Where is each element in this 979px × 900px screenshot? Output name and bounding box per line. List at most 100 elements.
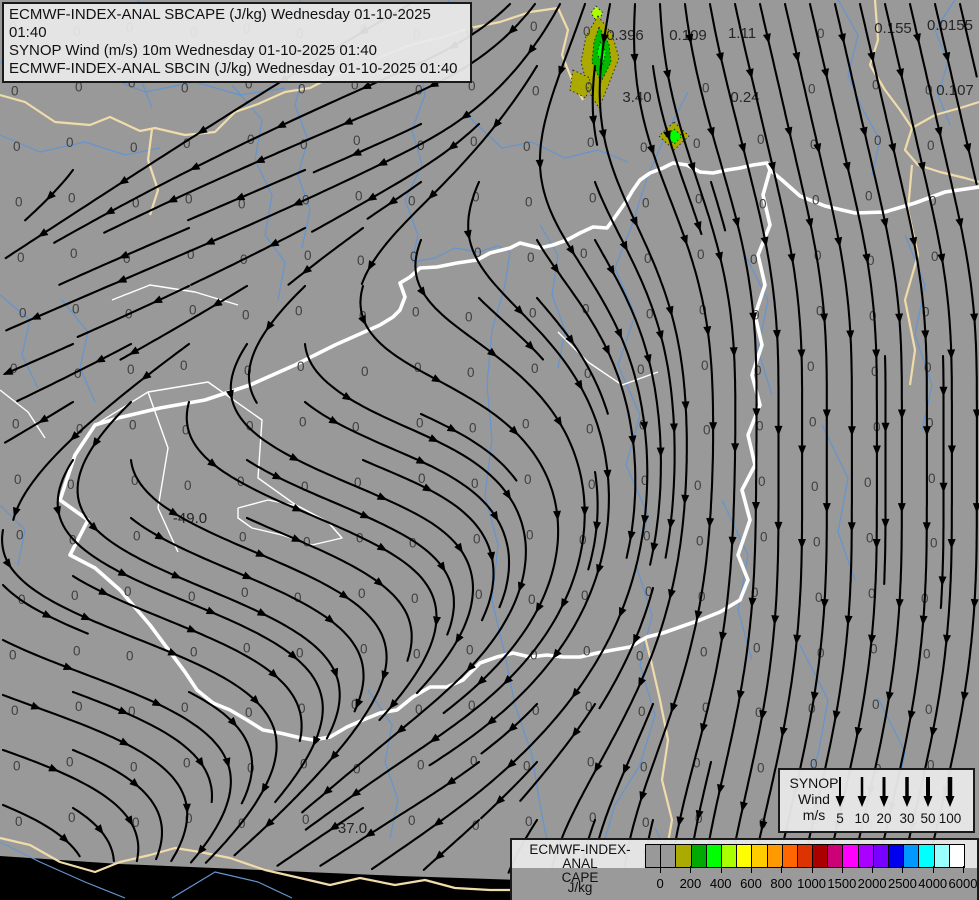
station-zero-value: 0 (587, 755, 595, 770)
cape-tick-label: 1000 (797, 876, 827, 891)
station-zero-value: 0 (466, 643, 474, 658)
station-zero-value: 0 (302, 812, 310, 827)
station-zero-value: 0 (15, 814, 23, 829)
streamline-arrowhead (242, 571, 253, 580)
streamline-arrowhead (881, 422, 890, 433)
streamline-arrowhead (104, 206, 116, 215)
streamline-arrowhead (330, 667, 339, 679)
cape-legend-title: ECMWF-INDEX-ANAL CAPE (516, 843, 644, 885)
station-zero-value: 0 (243, 641, 251, 656)
cape-color-swatch (646, 845, 662, 867)
streamline-arrowhead (197, 125, 208, 135)
streamline-arrowhead (669, 423, 678, 434)
streamline-arrowhead (37, 228, 49, 238)
cape-tick-mark (963, 866, 964, 873)
streamline-arrowhead (847, 426, 856, 437)
station-zero-value: 0 (637, 362, 645, 377)
station-zero-value: 0 (586, 422, 594, 437)
streamline-arrowhead (261, 782, 270, 794)
streamline-arrowhead (167, 194, 178, 203)
station-zero-value: 0 (66, 135, 74, 150)
cape-tick-mark (751, 866, 752, 873)
streamline-arrowhead (62, 662, 74, 670)
station-zero-value: 0 (636, 649, 644, 664)
streamline (129, 516, 365, 713)
streamline-arrowhead (446, 423, 458, 433)
streamline-arrowhead (897, 503, 906, 514)
station-zero-value: 0 (471, 476, 479, 491)
streamline (311, 122, 481, 233)
station-zero-value: 0 (130, 140, 138, 155)
station-zero-value: 0 (872, 697, 880, 712)
station-zero-value: 0 (11, 84, 19, 99)
region-border (147, 391, 179, 553)
station-value: 3.40 (622, 89, 651, 106)
streamline-arrowhead (872, 349, 881, 360)
cape-tick-label: 400 (709, 876, 732, 891)
streamline-arrowhead (970, 313, 979, 324)
streamline (709, 180, 727, 232)
station-zero-value: 0 (811, 479, 819, 494)
streamline-arrowhead (30, 701, 42, 710)
streamline-arrowhead (846, 330, 855, 341)
station-zero-value: 0 (589, 191, 597, 206)
station-zero-value: 0 (473, 532, 481, 547)
streamline-arrowhead (693, 221, 702, 232)
cape-color-swatch (767, 845, 783, 867)
streamline-arrowhead (819, 313, 828, 324)
streamline-arrowhead (271, 471, 283, 480)
streamline (185, 400, 438, 722)
streamline-arrowhead (947, 349, 956, 360)
station-zero-value: 0 (525, 195, 533, 210)
streamline-arrowhead (793, 634, 802, 645)
streamline-arrowhead (728, 536, 737, 547)
cape-tick-label: 600 (740, 876, 762, 891)
streamline-arrowhead (602, 344, 610, 356)
station-zero-value: 0 (700, 645, 708, 660)
station-zero-value: 0 (411, 591, 419, 606)
station-zero-value: 0 (640, 140, 648, 155)
streamline (190, 226, 307, 286)
tan-border (903, 164, 920, 386)
streamline (303, 400, 511, 609)
streamline-arrowhead (947, 539, 956, 550)
cape-color-swatch (949, 845, 964, 867)
cape-tick-mark (720, 866, 722, 873)
streamline-arrowhead (774, 425, 783, 436)
streamline-arrowhead (119, 737, 130, 746)
cape-color-swatch (737, 845, 753, 867)
station-zero-value: 0 (355, 189, 363, 204)
wind-arrow-icon (857, 796, 867, 807)
station-zero-value: 0 (127, 362, 135, 377)
station-zero-value: 0 (133, 529, 141, 544)
station-zero-value: 0 (68, 810, 76, 825)
station-zero-value: 0 (702, 81, 710, 96)
cape-tick-mark (690, 866, 692, 873)
streamline (187, 168, 307, 222)
wind-arrow-icon (879, 796, 889, 807)
cape-color-swatch (934, 845, 950, 867)
station-zero-value: 0 (696, 534, 704, 549)
streamline-arrowhead (94, 354, 106, 363)
streamline-arrowhead (665, 305, 674, 317)
streamline-arrowhead (535, 159, 544, 170)
cape-color-swatch (828, 845, 844, 867)
station-zero-value: 0 (757, 132, 765, 147)
station-zero-value: 0 (298, 82, 306, 97)
streamline-arrowhead (275, 120, 287, 129)
streamline-arrowhead (366, 192, 378, 202)
streamline-arrowhead (628, 435, 637, 446)
cape-tick-mark (781, 866, 783, 873)
streamline-arrowhead (922, 426, 931, 437)
station-zero-value: 0 (130, 760, 138, 775)
cape-tick-label: 2500 (887, 876, 917, 891)
station-zero-value: 0 (129, 418, 137, 433)
cape-tick-mark (841, 866, 843, 873)
streamline-arrowhead (844, 615, 853, 626)
streamline-arrowhead (151, 698, 163, 707)
streamline-arrowhead (797, 349, 806, 360)
station-zero-value: 0 (587, 135, 595, 150)
station-zero-value: 0 (642, 196, 650, 211)
streamline-arrowhead (681, 494, 690, 505)
title-line-wind: SYNOP Wind (m/s) 10m Wednesday 01-10-202… (9, 42, 377, 59)
